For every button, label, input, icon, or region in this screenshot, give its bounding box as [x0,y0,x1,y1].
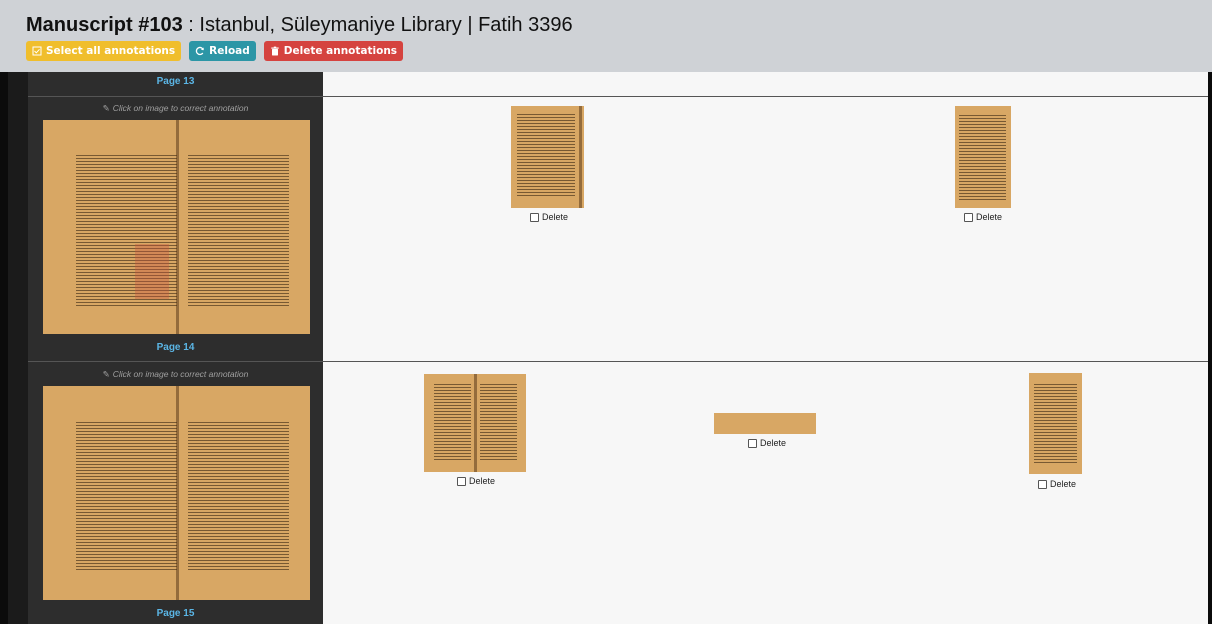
reload-label: Reload [209,45,250,57]
page-column-15: ✎ Click on image to correct annotation Pa… [28,362,323,624]
select-all-label: Select all annotations [46,45,176,57]
delete-annotation-checkbox[interactable]: Delete [748,438,786,448]
right-border [1208,72,1212,624]
check-square-icon [32,46,42,56]
page-label-14[interactable]: Page 14 [28,342,323,353]
delete-annotation-checkbox[interactable]: Delete [530,212,568,222]
trash-icon [270,46,280,56]
checkbox-icon[interactable] [530,212,539,222]
checkbox-icon[interactable] [748,438,757,448]
left-border [0,72,8,624]
annotation-image[interactable] [714,413,816,434]
refresh-icon [195,46,205,56]
delete-label: Delete [760,438,787,448]
hint-text: Click on image to correct annotation [112,369,249,379]
page-column-13: Page 13 [28,72,323,96]
page-title: Manuscript #103 : Istanbul, Süleymaniye … [26,14,573,37]
checkbox-icon[interactable] [964,212,973,222]
annotation-image[interactable] [424,374,526,472]
edit-icon: ✎ [102,369,110,379]
page-label-15[interactable]: Page 15 [28,608,323,619]
delete-label: Delete [542,212,569,222]
delete-annotation-checkbox[interactable]: Delete [1038,479,1076,489]
annotation-image[interactable] [955,106,1011,208]
delete-label: Delete [469,476,496,486]
delete-annotations-label: Delete annotations [283,45,398,57]
annotation-image[interactable] [511,106,584,208]
delete-annotation-checkbox[interactable]: Delete [457,476,495,486]
reload-button[interactable]: Reload [189,41,256,61]
correct-annotation-hint: ✎ Click on image to correct annotation [28,369,323,380]
delete-annotation-checkbox[interactable]: Delete [964,212,1002,222]
correct-annotation-hint: ✎ Click on image to correct annotation [28,103,323,114]
edit-icon: ✎ [102,103,110,113]
manuscript-location: : Istanbul, Süleymaniye Library | Fatih … [182,14,573,36]
page-header: Manuscript #103 : Istanbul, Süleymaniye … [0,0,1212,72]
page-image-15[interactable] [43,386,310,600]
checkbox-icon[interactable] [457,476,466,486]
page-column-14: ✎ Click on image to correct annotation Pa… [28,97,323,361]
left-gutter [8,72,28,624]
delete-label: Delete [976,212,1003,222]
select-all-annotations-button[interactable]: Select all annotations [26,41,182,61]
checkbox-icon[interactable] [1038,479,1047,489]
annotation-image[interactable] [1029,373,1082,474]
hint-text: Click on image to correct annotation [112,103,249,113]
page-image-14[interactable] [43,120,310,334]
action-toolbar: Select all annotations Reload Delete ann… [26,41,404,61]
page-label-13[interactable]: Page 13 [28,76,323,87]
delete-label: Delete [1050,479,1077,489]
manuscript-id: Manuscript #103 [26,14,183,36]
delete-annotations-button[interactable]: Delete annotations [263,41,404,61]
